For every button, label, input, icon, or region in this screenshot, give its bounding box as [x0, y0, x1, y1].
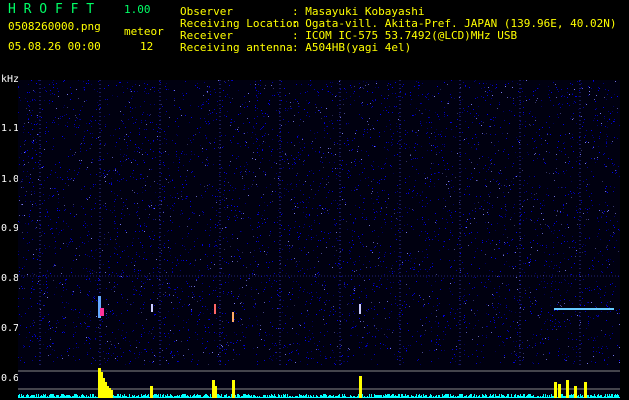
observer-label: Observer [180, 5, 233, 18]
y-tick-label: 0.6 [1, 373, 20, 384]
receiver-label: Receiver [180, 29, 233, 42]
location-label: Receiving Location [180, 17, 300, 30]
location-value: : Ogata-vill. Akita-Pref. JAPAN (139.96E… [292, 17, 617, 30]
timestamp: 05.08.26 00:00 [8, 40, 101, 53]
meteor-count: 12 [140, 40, 154, 53]
spectrogram [18, 80, 620, 400]
y-tick-label: 0.7 [1, 323, 20, 334]
meteor-label: meteor [124, 25, 164, 38]
y-tick-label: 1.0 [1, 174, 20, 185]
observer-value: : Masayuki Kobayashi [292, 5, 425, 18]
app-title: H R O F F T [8, 2, 95, 17]
y-tick-label: 1.1 [1, 123, 20, 134]
antenna-label: Receiving antenna [180, 41, 293, 54]
app-version: 1.00 [124, 3, 151, 16]
file-name: 0508260000.png [8, 20, 101, 33]
receiver-value: : ICOM IC-575 53.7492(@LCD)MHz USB [292, 29, 518, 42]
y-tick-label: 0.9 [1, 223, 20, 234]
y-tick-label: 0.8 [1, 273, 20, 284]
axis-unit: kHz [1, 74, 20, 85]
antenna-value: : A504HB(yagi 4el) [292, 41, 412, 54]
